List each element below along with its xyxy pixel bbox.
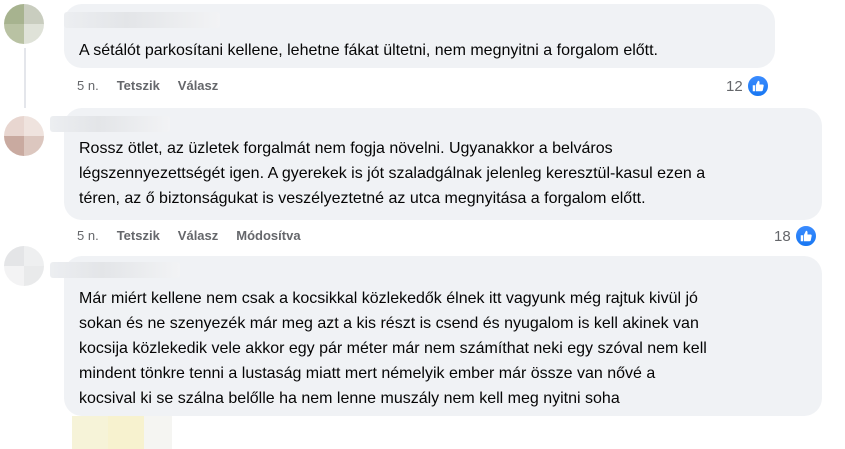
comment-text-line: sokan és ne szenyezék már meg azt a kis … <box>79 315 699 332</box>
comment-text-line: kocsival ki se szálna belőlle ha nem len… <box>79 390 620 407</box>
like-button[interactable]: Tetszik <box>117 78 160 93</box>
avatar[interactable] <box>72 416 172 449</box>
author-name-redacted[interactable] <box>50 116 170 132</box>
comment-timestamp[interactable]: 5 n. <box>77 78 99 93</box>
comment-actions: 5 n. Tetszik Válasz <box>77 78 236 93</box>
reply-button[interactable]: Válasz <box>178 228 218 243</box>
comment-text-line: A sétálót parkosítani kellene, lehetne f… <box>79 42 658 59</box>
comment-text-line: légszennyezettségét igen. A gyerekek is … <box>79 165 706 182</box>
comment-text-line: Rossz ötlet, az üzletek forgalmát nem fo… <box>79 140 613 157</box>
comment-timestamp[interactable]: 5 n. <box>77 228 99 243</box>
thread-line <box>24 48 26 108</box>
reaction-count: 12 <box>726 77 743 95</box>
reaction-summary[interactable]: 12 <box>726 74 770 98</box>
reaction-summary[interactable]: 18 <box>774 224 818 248</box>
comment-text-line: mindent tönkre tenni a lustaság miatt me… <box>79 365 656 382</box>
edited-label[interactable]: Módosítva <box>236 228 300 243</box>
avatar[interactable] <box>4 116 44 156</box>
comment-actions: 5 n. Tetszik Válasz Módosítva <box>77 228 319 243</box>
comment-bubble: Már miért kellene nem csak a kocsikkal k… <box>50 256 822 416</box>
comment-text-line: Már miért kellene nem csak a kocsikkal k… <box>79 290 698 307</box>
avatar[interactable] <box>4 246 44 286</box>
reaction-count: 18 <box>774 227 791 245</box>
author-name-redacted[interactable] <box>50 262 180 278</box>
comment-bubble: A sétálót parkosítani kellene, lehetne f… <box>64 4 775 68</box>
like-button[interactable]: Tetszik <box>117 228 160 243</box>
comment-text-line: kocsija közlekedik vele akkor egy pár mé… <box>79 340 707 357</box>
thumbs-up-icon <box>793 224 818 248</box>
reply-button[interactable]: Válasz <box>178 78 218 93</box>
comment-bubble: Rossz ötlet, az üzletek forgalmát nem fo… <box>50 108 822 220</box>
thumbs-up-icon <box>745 74 770 98</box>
avatar[interactable] <box>4 4 44 44</box>
comment-text-line: téren, az ő biztonságukat is veszélyezte… <box>79 190 646 207</box>
author-name-redacted[interactable] <box>64 12 220 28</box>
